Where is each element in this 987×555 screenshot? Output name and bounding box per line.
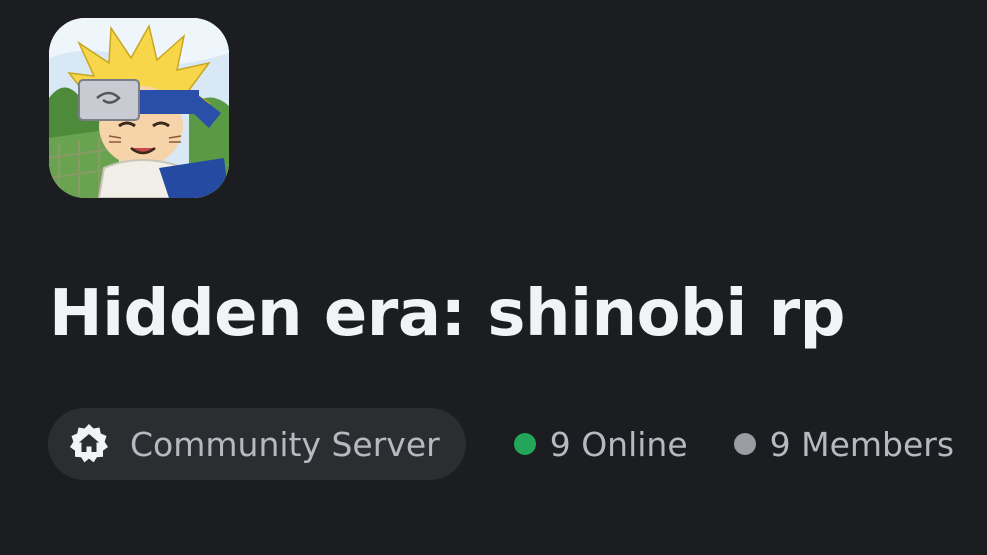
online-count-label: 9 Online	[549, 424, 688, 464]
anime-character-avatar-icon	[49, 18, 229, 198]
community-server-label: Community Server	[130, 424, 440, 464]
online-count: 9 Online	[513, 424, 688, 464]
server-header: Hidden era: shinobi rp Community Server …	[0, 0, 987, 555]
member-count: 9 Members	[733, 424, 955, 464]
members-status-dot-icon	[733, 433, 756, 455]
community-home-icon	[66, 421, 112, 467]
server-meta-row: Community Server 9 Online 9 Members	[48, 408, 954, 480]
server-name: Hidden era: shinobi rp	[49, 277, 845, 351]
community-server-badge[interactable]: Community Server	[48, 408, 466, 480]
server-icon[interactable]	[49, 18, 229, 198]
member-count-label: 9 Members	[769, 424, 955, 464]
online-status-dot-icon	[513, 433, 536, 455]
